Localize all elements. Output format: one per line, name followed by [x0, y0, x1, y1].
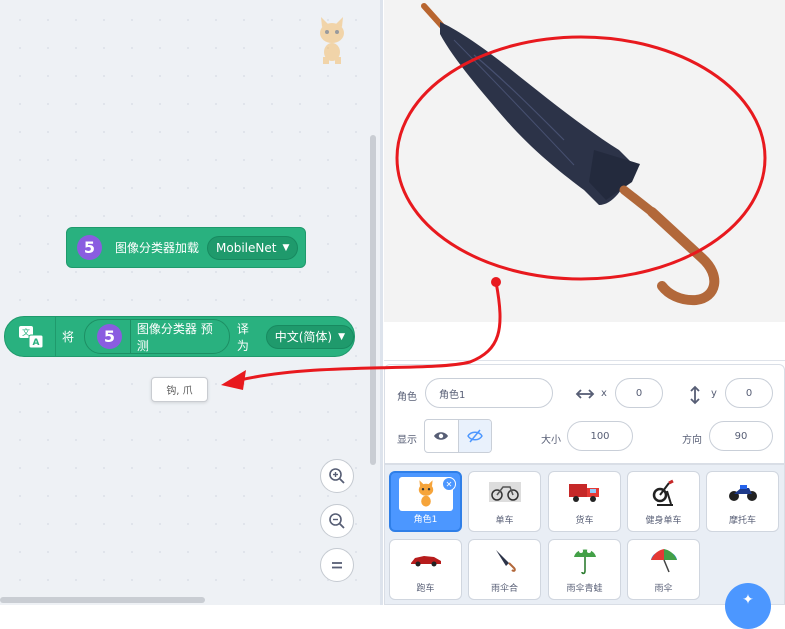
show-button[interactable] [425, 420, 458, 452]
sprite-tile[interactable]: 跑车 [389, 539, 462, 600]
sprite-label: 角色 [397, 392, 417, 403]
hide-button[interactable] [457, 420, 491, 452]
code-area[interactable]: 5 图像分类器加载 MobileNet ▼ 文 A 将 5 图像分类器 预测 译… [0, 0, 380, 605]
sprite-thumbnail [646, 477, 682, 507]
sprite-name-value: 角色1 [439, 389, 466, 401]
vertical-arrows-icon [690, 385, 700, 405]
size-label: 大小 [541, 435, 561, 446]
sprite-name: 雨伞合 [490, 584, 518, 594]
sports-car-icon [410, 556, 441, 567]
sprite-name: 雨伞 [654, 584, 673, 594]
svg-text:文: 文 [22, 327, 30, 337]
sprite-tile[interactable]: 健身单车 [627, 471, 700, 532]
sprite-tile[interactable]: 雨伞 [627, 539, 700, 600]
eye-slash-icon [466, 429, 483, 443]
bicycle-icon [488, 482, 521, 502]
divider [55, 316, 56, 357]
sprite-thumbnail [567, 477, 603, 507]
sprite-thumbnail [567, 545, 603, 575]
sprite-thumbnail [408, 545, 444, 575]
svg-text:A: A [33, 338, 40, 348]
show-label: 显示 [397, 435, 417, 446]
model-dropdown-value: MobileNet [216, 240, 277, 255]
sprite-tile[interactable]: 雨伞合 [468, 539, 541, 600]
add-sprite-button[interactable]: ✦ [725, 583, 771, 629]
visibility-toggle [424, 419, 492, 453]
extension-badge-icon: 5 [77, 235, 102, 260]
x-value: 0 [635, 387, 643, 399]
frog-umbrella-icon [573, 549, 596, 575]
sprite-name: 单车 [495, 516, 514, 526]
stage[interactable] [384, 0, 785, 323]
y-value: 0 [745, 387, 753, 399]
caret-down-icon: ▼ [338, 331, 345, 342]
umbrella-image [421, 3, 720, 306]
y-input[interactable]: 0 [725, 378, 773, 408]
sprite-tile[interactable]: 雨伞青蛙 [548, 539, 621, 600]
language-dropdown-value: 中文(简体) [274, 330, 333, 344]
truck-icon [568, 484, 599, 502]
x-label: x [601, 388, 607, 399]
sprite-thumbnail [487, 545, 523, 575]
cat-sprite-icon [418, 480, 433, 507]
zoom-out-icon [329, 513, 345, 529]
direction-value: 90 [734, 430, 748, 442]
sprite-tile[interactable]: ✕ 角色1 [389, 471, 462, 532]
sprite-name: 跑车 [416, 584, 435, 594]
translate-word-after: 译为 [236, 321, 249, 353]
closed-umbrella-icon [495, 550, 516, 572]
size-input[interactable]: 100 [567, 421, 633, 451]
stage-footer [384, 322, 785, 361]
cat-sprite-icon [320, 17, 344, 64]
zoom-in-icon [329, 468, 345, 484]
x-input[interactable]: 0 [615, 378, 663, 408]
zoom-reset-button[interactable] [320, 548, 354, 582]
y-label: y [711, 388, 717, 399]
sprite-name-input[interactable]: 角色1 [425, 378, 553, 408]
translate-icon: 文 A [19, 325, 44, 348]
sprite-thumbnail [487, 477, 523, 507]
translate-word-before: 将 [61, 330, 74, 344]
sprite-name: 角色1 [413, 515, 438, 525]
zoom-out-button[interactable] [320, 504, 354, 538]
sprite-name: 健身单车 [645, 516, 682, 526]
block-label: 图像分类器加载 [115, 241, 200, 255]
sprite-name: 摩托车 [728, 516, 756, 526]
zoom-in-button[interactable] [320, 459, 354, 493]
sprite-thumbnail [646, 545, 682, 575]
reporter-label: 图像分类器 预测 [136, 321, 213, 353]
direction-label: 方向 [682, 435, 702, 446]
delete-sprite-icon[interactable]: ✕ [442, 477, 456, 491]
motorcycle-icon [728, 485, 757, 501]
horizontal-scrollbar[interactable] [0, 597, 205, 603]
result-tooltip: 钩, 爪 [151, 377, 208, 402]
vertical-scrollbar[interactable] [370, 135, 376, 465]
language-dropdown[interactable]: 中文(简体) ▼ [265, 324, 354, 349]
cat-plus-icon: ✦ [742, 592, 754, 608]
extension-badge-icon: 5 [96, 324, 122, 349]
sprite-name: 货车 [575, 516, 594, 526]
panel-divider [380, 0, 383, 605]
eye-icon [434, 432, 449, 440]
sprite-name: 雨伞青蛙 [566, 584, 603, 594]
sprite-tile[interactable]: 单车 [468, 471, 541, 532]
sprite-tile[interactable]: 摩托车 [706, 471, 779, 532]
caret-down-icon: ▼ [282, 242, 290, 253]
sprite-thumbnail [725, 477, 761, 507]
size-value: 100 [590, 430, 610, 442]
sprite-tile[interactable]: 货车 [548, 471, 621, 532]
classifier-predict-reporter[interactable]: 5 图像分类器 预测 [83, 319, 230, 354]
image-classifier-load-block[interactable]: 5 图像分类器加载 MobileNet ▼ [66, 227, 306, 268]
exercise-bike-icon [652, 479, 674, 506]
tooltip-text: 钩, 爪 [166, 386, 193, 397]
translate-block[interactable]: 文 A 将 5 图像分类器 预测 译为 中文(简体) ▼ [4, 316, 355, 357]
open-umbrella-icon [650, 549, 677, 573]
divider [129, 320, 131, 353]
model-dropdown[interactable]: MobileNet ▼ [207, 235, 299, 260]
zoom-reset-icon [332, 562, 342, 569]
direction-input[interactable]: 90 [709, 421, 773, 451]
horizontal-arrows-icon [575, 389, 595, 399]
